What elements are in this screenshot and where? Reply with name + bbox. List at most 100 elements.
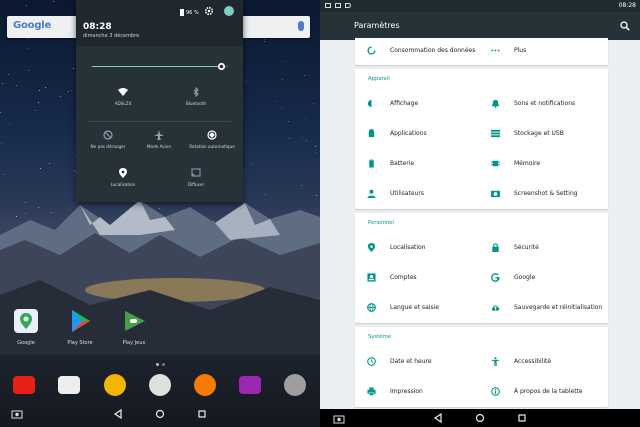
tile-bluetooth[interactable]: Bluetooth (166, 87, 226, 106)
tile-rotation[interactable]: Rotation automatique (182, 130, 242, 149)
setting-backup[interactable]: Sauvegarde et réinitialisation (479, 293, 603, 323)
brightness-slider[interactable] (92, 66, 228, 67)
setting-security[interactable]: Sécurité (479, 233, 603, 263)
star (288, 137, 290, 139)
setting-apps[interactable]: Applications (355, 119, 479, 149)
setting-memory[interactable]: Mémoire (479, 149, 603, 179)
setting-accounts[interactable]: Comptes (355, 263, 479, 293)
star (60, 96, 62, 98)
recents-icon[interactable] (517, 413, 527, 423)
page-indicator-dot (156, 363, 159, 366)
star (53, 0, 55, 2)
setting-display[interactable]: Affichage (355, 89, 479, 119)
app-play-store[interactable]: Play Store (60, 308, 100, 346)
battery-level: 96 % (186, 9, 199, 16)
setting-google[interactable]: Google (479, 263, 603, 293)
star (264, 38, 266, 40)
setting-storage-label: Stockage et USB (514, 130, 564, 137)
app-play-games-label: Play Jeux (122, 340, 146, 346)
gallery-icon[interactable] (239, 376, 261, 394)
setting-users-label: Utilisateurs (390, 190, 424, 197)
setting-display-label: Affichage (390, 100, 419, 107)
gmail-icon[interactable] (58, 376, 80, 394)
bell-icon (491, 99, 500, 108)
do-not-disturb-icon (103, 130, 113, 140)
gear-icon[interactable] (204, 6, 214, 16)
tile-cast[interactable]: Diffuser (166, 168, 226, 187)
star (251, 162, 253, 164)
lock-icon (492, 243, 499, 252)
setting-accounts-label: Comptes (390, 274, 417, 281)
setting-data-usage[interactable]: Consommation des données (355, 36, 479, 66)
assistant-icon[interactable] (284, 374, 306, 396)
youtube-icon[interactable] (13, 376, 35, 394)
google-logo: Google (13, 20, 52, 31)
tile-cast-label: Diffuser (187, 182, 205, 187)
app-google[interactable]: Google (6, 308, 46, 346)
setting-location-label: Localisation (390, 244, 426, 251)
app-play-games[interactable]: Play Jeux (114, 308, 154, 346)
back-icon[interactable] (433, 413, 443, 423)
setting-battery[interactable]: Batterie (355, 149, 479, 179)
setting-sound[interactable]: Sons et notifications (479, 89, 603, 119)
app-google-label: Google (17, 340, 35, 346)
card-wireless: Consommation des données Plus (355, 38, 608, 65)
star (44, 86, 46, 88)
tile-location-label: Localisation (110, 182, 136, 187)
tile-wifi[interactable]: ADSLZ4 (93, 87, 153, 106)
printer-icon (367, 387, 376, 396)
section-header-systeme: Système (368, 334, 392, 340)
setting-about[interactable]: À propos de la tablette (479, 377, 603, 407)
android-icon (368, 129, 375, 138)
play-music-icon[interactable] (194, 374, 216, 396)
star (245, 80, 247, 82)
setting-location[interactable]: Localisation (355, 233, 479, 263)
star (301, 136, 303, 138)
user-avatar-icon[interactable] (224, 6, 234, 16)
setting-about-label: À propos de la tablette (514, 388, 583, 395)
play-games-icon (125, 311, 145, 331)
recents-icon[interactable] (197, 409, 207, 419)
app-drawer-icon[interactable] (149, 374, 171, 396)
setting-printing-label: Impression (390, 388, 423, 395)
star (288, 121, 290, 123)
star (0, 112, 2, 114)
star (305, 118, 307, 120)
setting-date-time[interactable]: Date et heure (355, 347, 479, 377)
setting-language[interactable]: Langue et saisie (355, 293, 479, 323)
back-icon[interactable] (113, 409, 123, 419)
chrome-icon[interactable] (104, 374, 126, 396)
section-header-personnel: Personnel (368, 220, 394, 226)
star (38, 102, 40, 104)
star (1, 142, 3, 144)
google-maps-icon (14, 309, 38, 333)
microphone-icon[interactable] (298, 21, 304, 31)
app-play-store-label: Play Store (67, 340, 93, 346)
brightness-icon[interactable] (217, 62, 226, 71)
setting-users[interactable]: Utilisateurs (355, 179, 479, 209)
home-icon[interactable] (475, 413, 485, 423)
status-time: 08:28 (618, 2, 636, 9)
tile-location[interactable]: Localisation (93, 168, 153, 187)
setting-screenshot-label: Screenshot & Setting (514, 190, 578, 197)
screenshot-icon[interactable] (333, 414, 345, 424)
star (281, 108, 283, 110)
home-icon[interactable] (155, 409, 165, 419)
star (73, 68, 75, 70)
setting-more[interactable]: Plus (479, 36, 603, 66)
star (27, 48, 29, 50)
clock-icon (367, 357, 376, 366)
setting-screenshot[interactable]: Screenshot & Setting (479, 179, 603, 209)
memory-icon (491, 160, 500, 167)
setting-printing[interactable]: Impression (355, 377, 479, 407)
setting-sound-label: Sons et notifications (514, 100, 576, 107)
search-icon[interactable] (620, 21, 630, 31)
section-header-appareil: Appareil (368, 76, 390, 82)
setting-accessibility[interactable]: Accessibilité (479, 347, 603, 377)
quick-settings-header: 96 % 08:28 dimanche 3 décembre (76, 0, 243, 46)
battery-icon (369, 159, 374, 168)
setting-storage[interactable]: Stockage et USB (479, 119, 603, 149)
screenshot-icon[interactable] (11, 409, 23, 419)
tile-airplane[interactable]: Mode Avion (129, 130, 189, 149)
setting-language-label: Langue et saisie (390, 304, 439, 311)
